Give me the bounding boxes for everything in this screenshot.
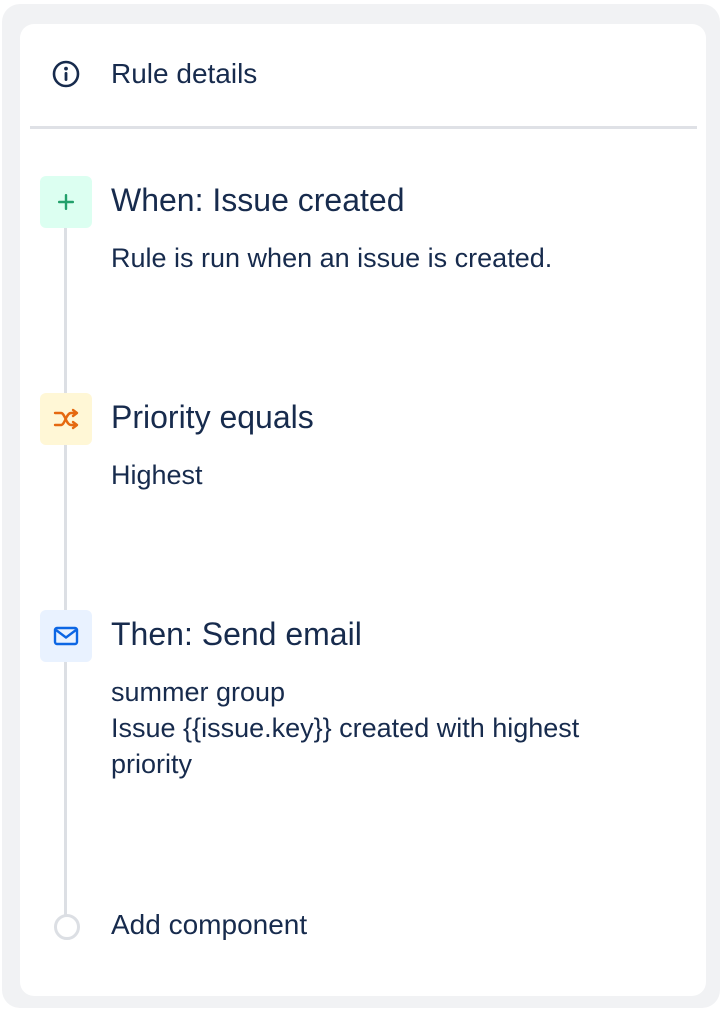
- rule-details-button[interactable]: Rule details: [20, 24, 706, 124]
- mail-icon: [40, 610, 92, 662]
- rule-details-label: Rule details: [111, 58, 258, 89]
- trigger-step[interactable]: When: Issue created Rule is run when an …: [20, 176, 706, 296]
- plus-icon: [40, 176, 92, 228]
- add-component-button[interactable]: Add component: [20, 904, 706, 950]
- rule-panel: Rule details When: Issue created Rule is…: [20, 24, 706, 996]
- step-description: summer group Issue {{issue.key}} created…: [111, 674, 691, 782]
- step-description-line: Highest: [111, 460, 203, 490]
- step-title: When: Issue created: [111, 182, 405, 218]
- step-description: Rule is run when an issue is created.: [111, 240, 691, 276]
- add-component-circle-icon: [54, 914, 80, 940]
- shuffle-icon: [40, 393, 92, 445]
- step-description: Highest: [111, 457, 691, 493]
- action-step[interactable]: Then: Send email summer group Issue {{is…: [20, 610, 706, 800]
- rule-panel-frame: Rule details When: Issue created Rule is…: [2, 4, 720, 1008]
- step-description-line: summer group: [111, 677, 286, 707]
- step-description-line: priority: [111, 749, 193, 779]
- divider: [30, 126, 697, 129]
- timeline-line: [64, 204, 67, 916]
- step-description-line: Issue {{issue.key}} created with highest: [111, 713, 580, 743]
- step-title: Priority equals: [111, 399, 314, 435]
- step-description-line: Rule is run when an issue is created.: [111, 243, 553, 273]
- condition-step[interactable]: Priority equals Highest: [20, 393, 706, 513]
- add-component-label: Add component: [111, 909, 308, 940]
- step-title: Then: Send email: [111, 616, 362, 652]
- info-icon: [52, 60, 80, 88]
